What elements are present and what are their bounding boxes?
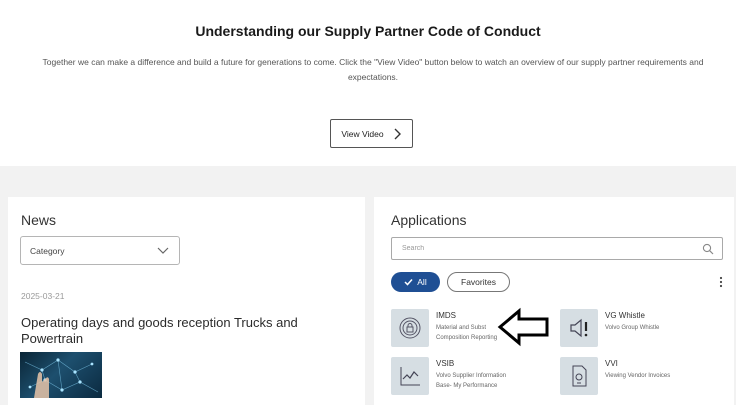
chevron-down-icon: [157, 247, 169, 254]
chevron-right-icon: [394, 128, 401, 139]
banner-title: Understanding our Supply Partner Code of…: [195, 23, 541, 39]
network-hand-image: [24, 358, 99, 398]
applications-panel: Applications All Favorites IMDS Material…: [374, 197, 734, 405]
category-select[interactable]: Category: [20, 236, 180, 265]
chart-icon: [391, 357, 429, 395]
app-description: Volvo Supplier Information Base- My Perf…: [436, 373, 507, 389]
app-name: VG Whistle: [605, 311, 646, 320]
code-of-conduct-banner: Understanding our Supply Partner Code of…: [0, 0, 736, 166]
news-headline-link[interactable]: Operating days and goods reception Truck…: [21, 315, 351, 347]
filter-favorites-label: Favorites: [461, 277, 496, 287]
invoice-icon: [560, 357, 598, 395]
filter-all-chip[interactable]: All: [391, 272, 440, 292]
news-date: 2025-03-21: [21, 291, 65, 301]
view-video-label: View Video: [341, 128, 384, 139]
app-name: VSIB: [436, 359, 455, 368]
banner-description: Together we can make a difference and bu…: [42, 57, 704, 82]
search-icon[interactable]: [702, 243, 714, 255]
news-panel: News Category 2025-03-21 Operating days …: [8, 197, 365, 405]
applications-title: Applications: [391, 212, 467, 228]
app-name: VVI: [605, 359, 618, 368]
more-options-icon[interactable]: [719, 276, 723, 288]
check-icon: [404, 278, 413, 286]
category-value: Category: [30, 246, 65, 256]
search-box: [391, 237, 723, 260]
left-arrow-annotation-icon: [497, 307, 549, 347]
search-input[interactable]: [392, 238, 692, 259]
view-video-button[interactable]: View Video: [330, 119, 413, 148]
megaphone-icon: [560, 309, 598, 347]
filter-favorites-chip[interactable]: Favorites: [447, 272, 510, 292]
app-description: Volvo Group Whistle: [605, 325, 660, 331]
lock-icon: [391, 309, 429, 347]
app-name: IMDS: [436, 311, 456, 320]
filter-all-label: All: [417, 277, 427, 287]
app-description: Viewing Vendor Invoices: [605, 373, 671, 379]
news-title: News: [21, 212, 57, 228]
news-thumbnail[interactable]: [20, 352, 102, 398]
